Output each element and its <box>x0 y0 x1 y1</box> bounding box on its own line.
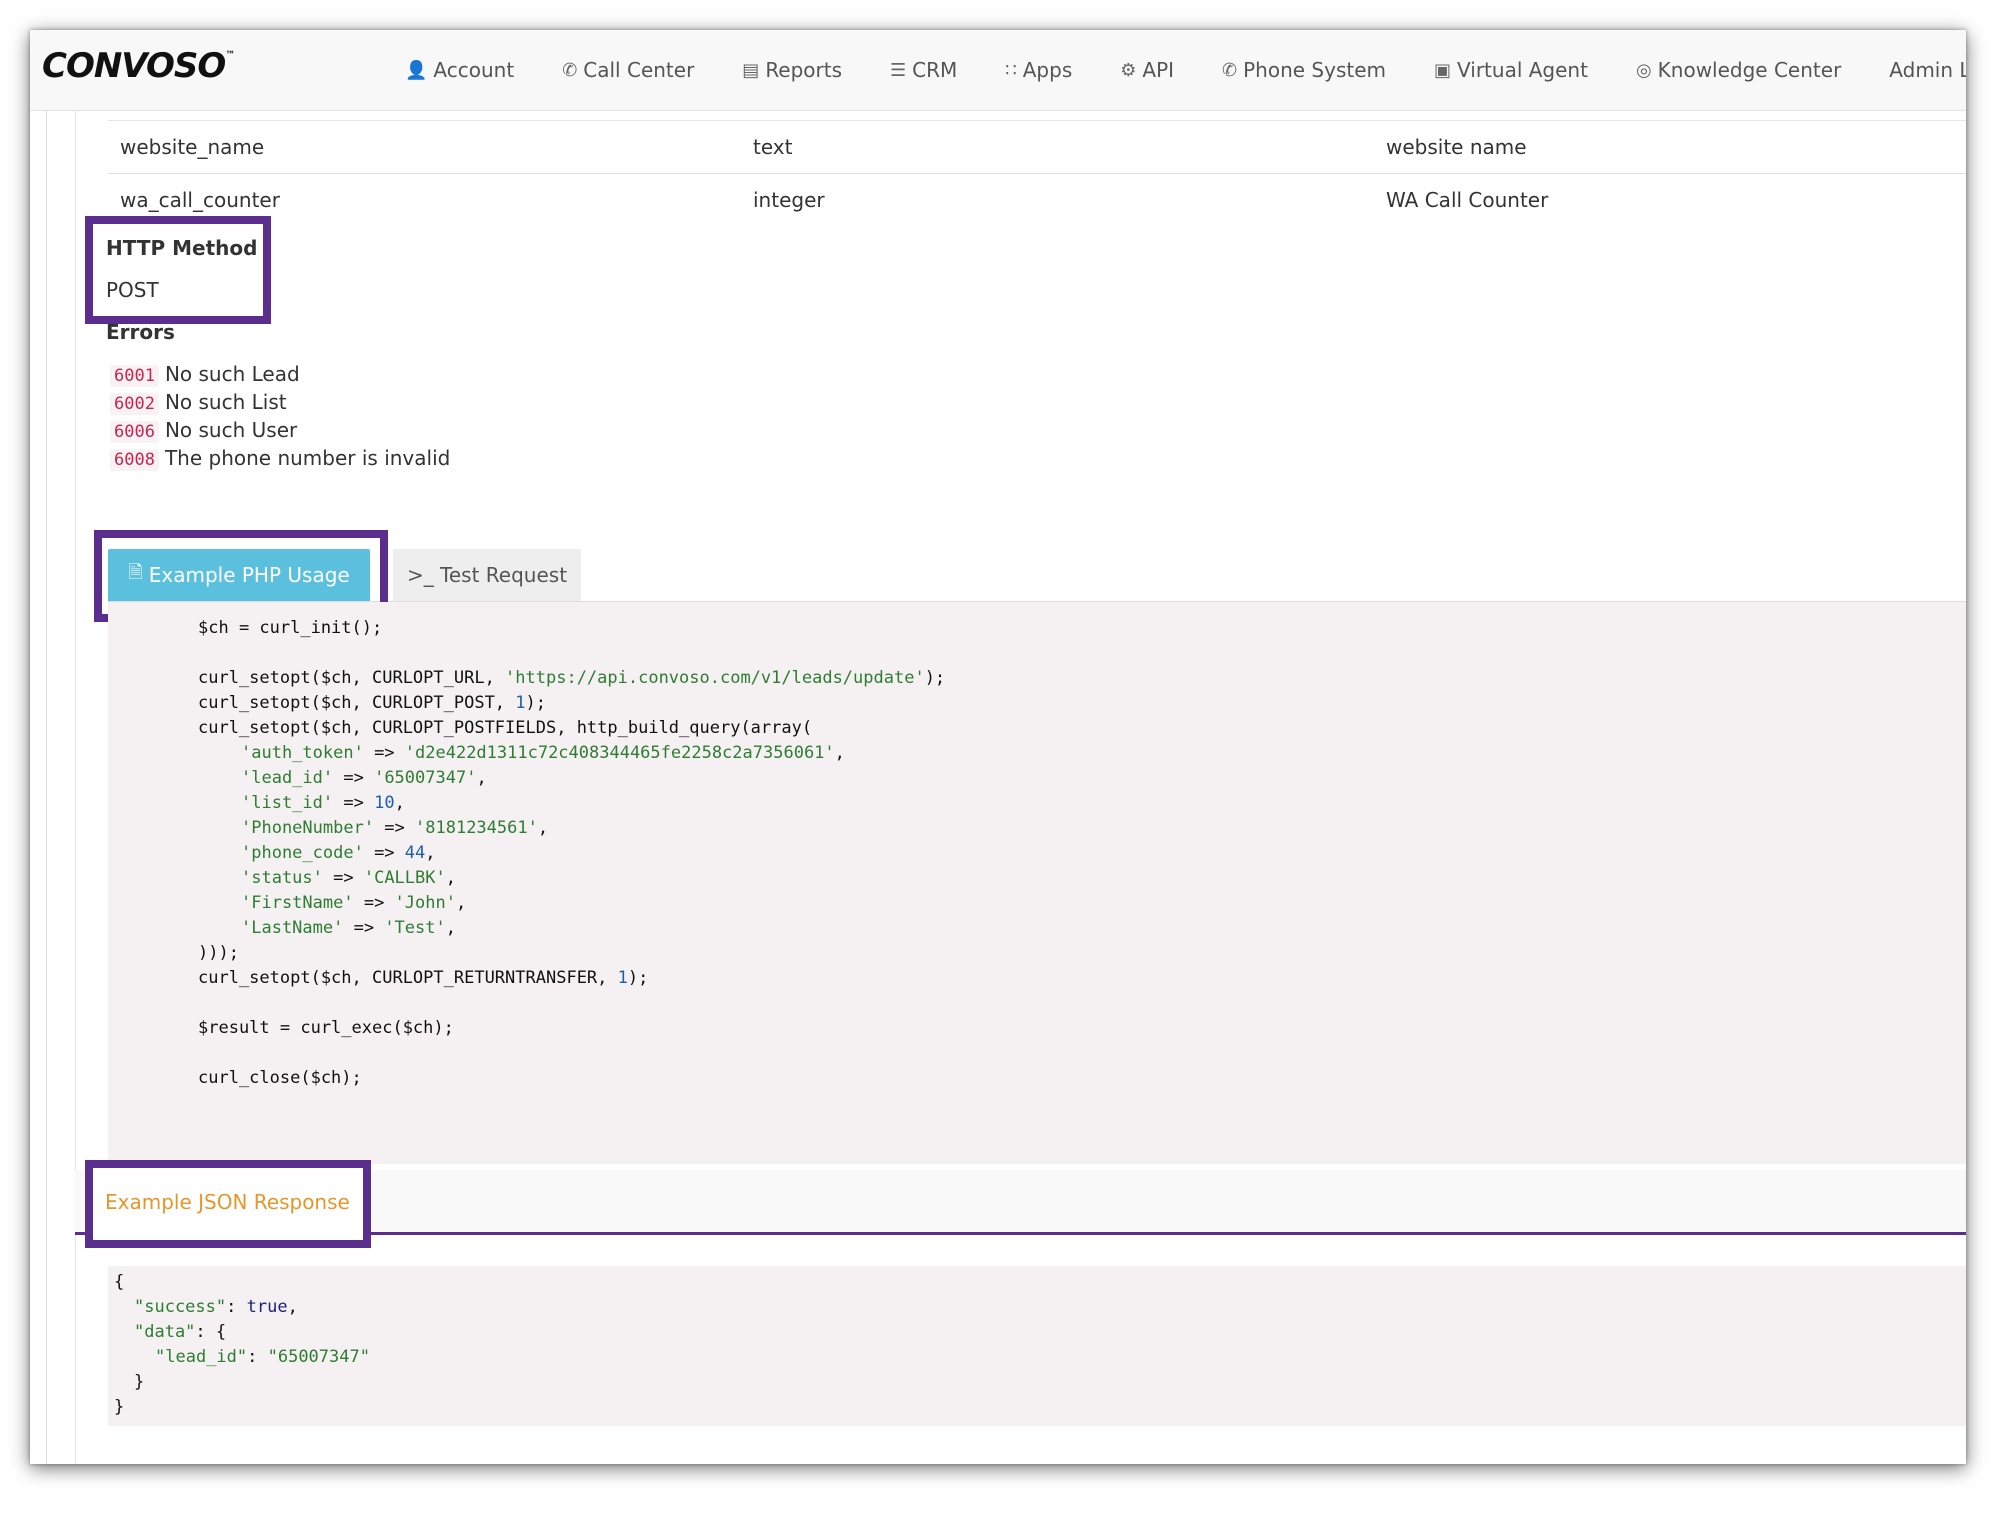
top-navbar: CONVOSO™ 👤 Account ✆ Call Center ▤ Reports … <box>30 30 1966 111</box>
nav-item-admin-logs[interactable]: Admin Logs <box>1889 58 1966 82</box>
code-line: 'PhoneNumber' => '8181234561', <box>241 818 549 838</box>
nav-item-phone-system[interactable]: ✆ Phone System <box>1222 58 1386 82</box>
param-name: wa_call_counter <box>120 188 280 212</box>
json-code-block: { "success": true, "data": { "lead_id": … <box>108 1266 1966 1426</box>
sidebar-divider <box>46 110 47 1464</box>
grid-icon: ∷ <box>1005 59 1017 81</box>
monitor-icon: ▣ <box>1434 59 1452 81</box>
code-line: curl_setopt($ch, CURLOPT_POSTFIELDS, htt… <box>198 718 813 738</box>
nav-item-call-center[interactable]: ✆ Call Center <box>562 58 694 82</box>
code-line: 'LastName' => 'Test', <box>241 918 456 938</box>
code-line: } <box>134 1372 145 1392</box>
lightbulb-icon: ◎ <box>1635 59 1652 81</box>
nav-item-account[interactable]: 👤 Account <box>405 58 514 82</box>
code-line: 'phone_code' => 44, <box>241 843 436 863</box>
code-line: curl_close($ch); <box>198 1068 362 1088</box>
error-message: No such User <box>164 418 298 442</box>
error-code: 6002 <box>110 393 159 415</box>
nav-item-crm[interactable]: ☰ CRM <box>890 58 957 82</box>
errors-label: Errors <box>106 320 175 344</box>
convoso-logo[interactable]: CONVOSO™ <box>42 46 235 86</box>
http-method-label: HTTP Method <box>106 236 258 260</box>
error-code: 6008 <box>110 449 159 471</box>
nav-item-virtual-agent[interactable]: ▣ Virtual Agent <box>1434 58 1588 82</box>
code-line: 'status' => 'CALLBK', <box>241 868 456 888</box>
error-item: 6001 No such Lead <box>110 362 300 387</box>
error-item: 6002 No such List <box>110 390 287 415</box>
param-name: website_name <box>120 135 265 159</box>
content-divider <box>75 110 76 1464</box>
error-item: 6008 The phone number is invalid <box>110 446 451 471</box>
error-message: No such List <box>164 390 287 414</box>
param-description: website name <box>1386 135 1527 159</box>
code-line: $result = curl_exec($ch); <box>198 1018 454 1038</box>
nav-item-knowledge-center[interactable]: ◎ Knowledge Center <box>1636 58 1841 82</box>
php-code-block: $ch = curl_init(); curl_setopt($ch, CURL… <box>108 602 1966 1164</box>
table-row: wa_call_counter integer WA Call Counter <box>108 173 1966 226</box>
user-icon: 👤 <box>405 59 428 81</box>
error-message: No such Lead <box>164 362 300 386</box>
code-line: { <box>114 1272 125 1292</box>
json-response-tab[interactable]: Example JSON Response <box>105 1190 350 1214</box>
error-message: The phone number is invalid <box>164 446 451 470</box>
phone-icon: ✆ <box>562 59 578 81</box>
table-row: website_name text website name <box>108 120 1966 173</box>
error-code: 6006 <box>110 421 159 443</box>
code-line: curl_setopt($ch, CURLOPT_POST, 1); <box>198 693 547 713</box>
nav-menu: 👤 Account ✆ Call Center ▤ Reports ☰ CRM ∷ App… <box>405 30 1966 110</box>
code-line: 'lead_id' => '65007347', <box>241 768 487 788</box>
code-line: ))); <box>198 943 239 963</box>
http-method-value: POST <box>106 278 159 302</box>
error-item: 6006 No such User <box>110 418 298 443</box>
code-line: "lead_id": "65007347" <box>155 1347 370 1367</box>
param-type: integer <box>753 188 825 212</box>
list-icon: ☰ <box>890 59 907 81</box>
bar-chart-icon: ▤ <box>742 59 760 81</box>
param-type: text <box>753 135 793 159</box>
code-line: 'auth_token' => 'd2e422d1311c72c40834446… <box>241 743 845 763</box>
nav-item-reports[interactable]: ▤ Reports <box>742 58 842 82</box>
phone-icon: ✆ <box>1222 59 1238 81</box>
highlight-box <box>85 216 271 324</box>
code-line: $ch = curl_init(); <box>198 618 383 638</box>
code-line: 'list_id' => 10, <box>241 793 405 813</box>
tab-test-request[interactable]: >_ Test Request <box>393 549 581 601</box>
code-line: "success": true, <box>134 1297 298 1317</box>
app-window: CONVOSO™ 👤 Account ✆ Call Center ▤ Reports … <box>30 30 1966 1464</box>
code-line: } <box>114 1397 125 1417</box>
nav-item-apps[interactable]: ∷ Apps <box>1005 58 1072 82</box>
code-line: curl_setopt($ch, CURLOPT_RETURNTRANSFER,… <box>198 968 649 988</box>
nav-item-api[interactable]: ⚙ API <box>1120 58 1174 82</box>
param-description: WA Call Counter <box>1386 188 1549 212</box>
code-line: "data": { <box>134 1322 227 1342</box>
file-code-icon: 🗎 <box>128 562 143 583</box>
tab-example-php-usage[interactable]: 🗎 Example PHP Usage <box>108 549 370 601</box>
gear-icon: ⚙ <box>1120 59 1137 81</box>
code-line: curl_setopt($ch, CURLOPT_URL, 'https://a… <box>198 668 946 688</box>
error-code: 6001 <box>110 365 159 387</box>
code-line: 'FirstName' => 'John', <box>241 893 467 913</box>
